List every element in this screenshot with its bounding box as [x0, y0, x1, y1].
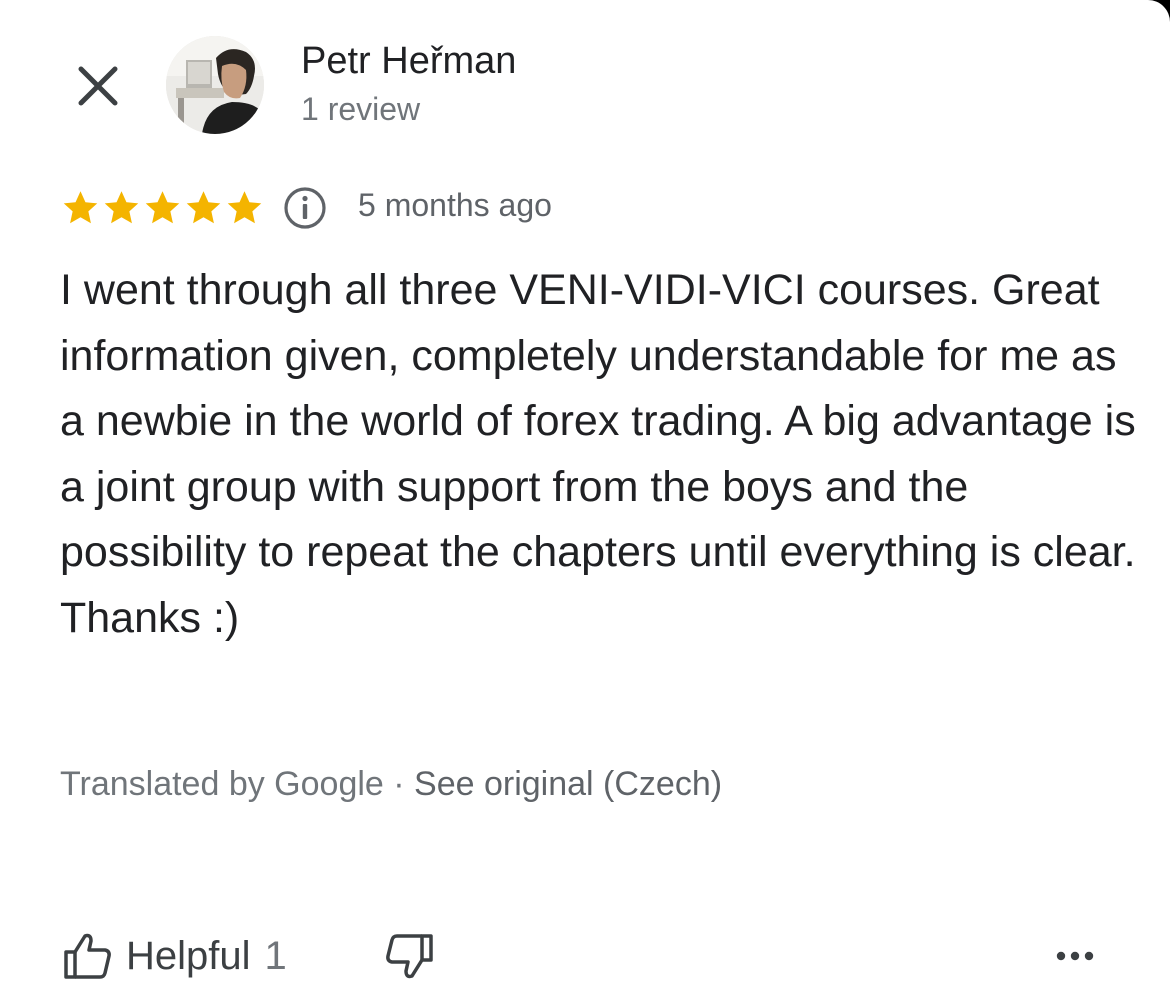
- star-icon: [227, 191, 262, 224]
- star-icon: [186, 191, 221, 224]
- reviewer-photo: [166, 36, 264, 134]
- not-helpful-button[interactable]: [378, 926, 442, 986]
- translation-separator: ·: [383, 765, 415, 803]
- info-icon: [284, 187, 326, 229]
- close-icon: [78, 66, 118, 106]
- see-original-link[interactable]: See original (Czech): [414, 765, 722, 803]
- star-icon: [145, 191, 180, 224]
- thumbs-down-icon: [386, 934, 433, 979]
- translation-note: Translated by Google · See original (Cze…: [60, 765, 722, 804]
- close-button[interactable]: [70, 58, 126, 114]
- star-rating: [60, 186, 265, 230]
- helpful-label: Helpful: [126, 933, 251, 978]
- more-options-button[interactable]: [1050, 936, 1100, 976]
- info-button[interactable]: [282, 185, 328, 231]
- reviewer-name[interactable]: Petr Heřman: [301, 40, 516, 83]
- thumbs-up-icon: [64, 933, 111, 979]
- helpful-button[interactable]: Helpful 1: [62, 926, 287, 986]
- translation-prefix: Translated by Google: [60, 765, 384, 803]
- helpful-count: 1: [264, 933, 287, 978]
- star-icon: [63, 191, 98, 224]
- avatar[interactable]: [166, 36, 264, 134]
- window-corner: [1148, 0, 1170, 22]
- more-horizontal-icon: [1056, 951, 1094, 961]
- review-text: I went through all three VENI-VIDI-VICI …: [60, 266, 1136, 642]
- reviewer-review-count: 1 review: [301, 91, 421, 127]
- star-icon: [104, 191, 139, 224]
- review-date: 5 months ago: [358, 187, 552, 223]
